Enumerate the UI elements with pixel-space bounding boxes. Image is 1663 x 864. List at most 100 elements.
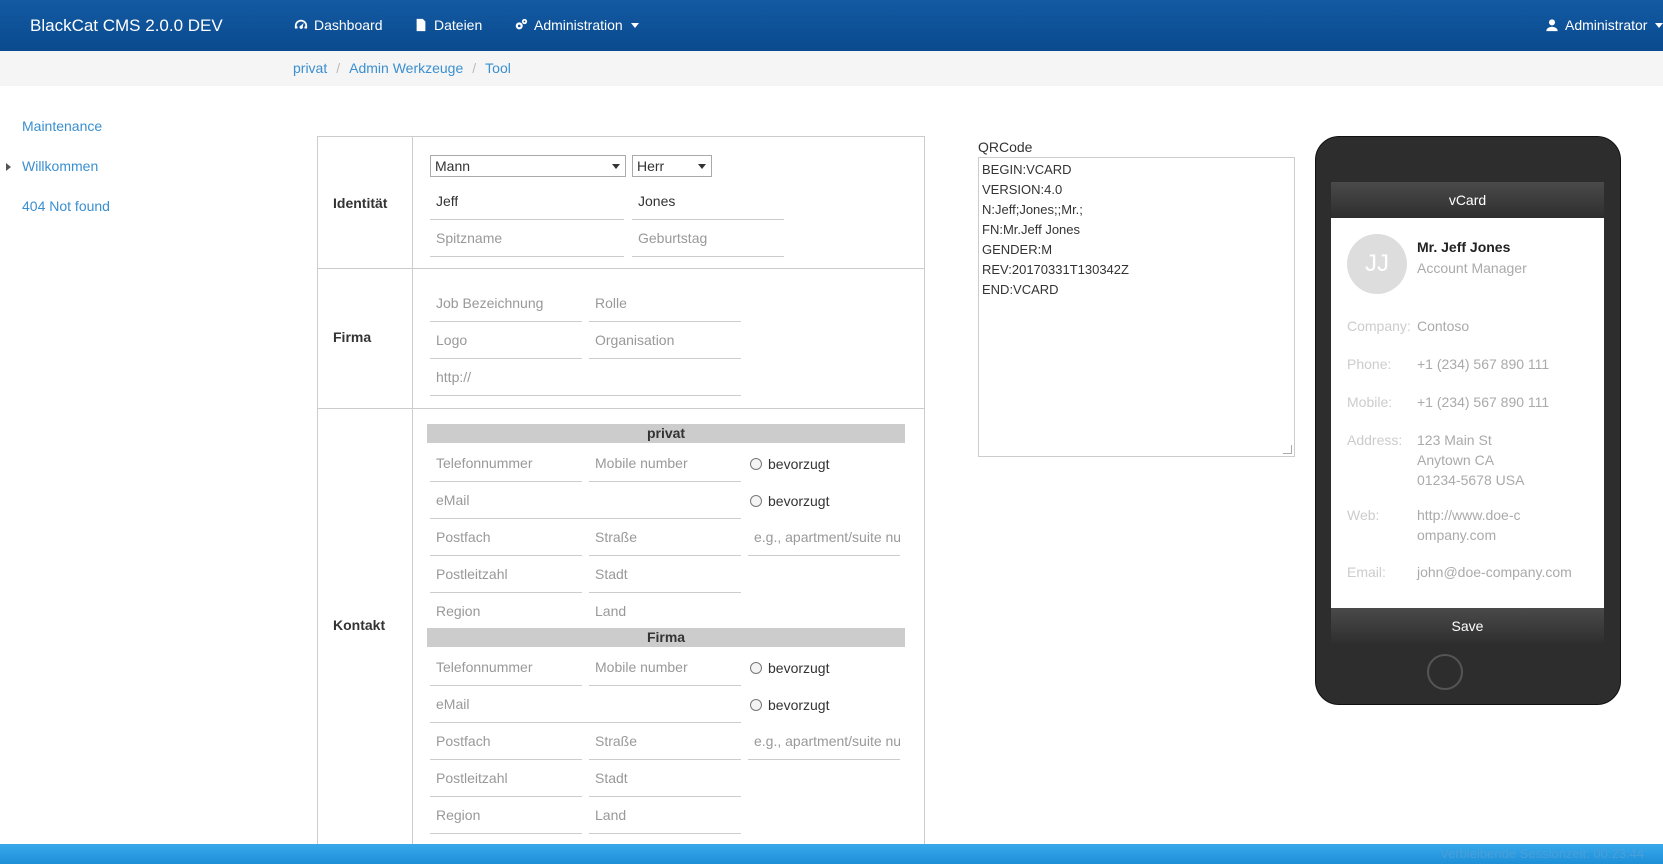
organisation-input[interactable]: Organisation (589, 322, 741, 359)
vcard-field-label: Phone: (1347, 356, 1392, 372)
vcard-field-value: http://www.doe-company.com (1417, 507, 1521, 543)
privat-email-preferred-radio[interactable]: bevorzugt (750, 493, 829, 509)
vcard-field-label: Company: (1347, 318, 1411, 334)
firma-city-input[interactable]: Stadt (589, 760, 741, 797)
birthday-input[interactable]: Geburtstag (632, 220, 784, 257)
firma-email-preferred-radio[interactable]: bevorzugt (750, 697, 829, 713)
sidebar-item-label: Maintenance (22, 118, 103, 134)
avatar: JJ (1347, 234, 1407, 294)
privat-mobile-input[interactable]: Mobile number (589, 445, 741, 482)
qrcode-line: VERSION:4.0 (982, 182, 1063, 197)
radio-icon (750, 458, 762, 470)
breadcrumb-separator: / (472, 60, 477, 76)
qrcode-label: QRCode (978, 139, 1033, 155)
radio-icon (750, 699, 762, 711)
privat-zip-input[interactable]: Postleitzahl (430, 556, 582, 593)
qrcode-line: REV:20170331T130342Z (982, 262, 1129, 277)
vcard-field-label: Address: (1347, 432, 1403, 448)
firma-phone-preferred-radio[interactable]: bevorzugt (750, 660, 829, 676)
sidebar-item-label: 404 Not found (22, 198, 110, 214)
vcard-field-label: Web: (1347, 507, 1380, 523)
chevron-down-icon (630, 22, 639, 28)
breadcrumb-item[interactable]: Tool (485, 60, 511, 76)
firma-email-input[interactable]: eMail (430, 686, 741, 723)
last-name-input[interactable]: Jones (632, 183, 784, 220)
brand-title[interactable]: BlackCat CMS 2.0.0 DEV (30, 16, 223, 36)
sidebar-item-404[interactable]: 404 Not found (22, 198, 110, 238)
home-button-icon (1427, 654, 1463, 690)
contact-label-cell: Kontakt (318, 408, 413, 845)
resize-handle[interactable] (1283, 445, 1292, 454)
sidebar: Maintenance Willkommen 404 Not found (6, 118, 110, 238)
breadcrumb-bar: privat / Admin Werkzeuge / Tool (0, 51, 1663, 86)
salutation-select[interactable]: Herr (632, 155, 712, 177)
first-name-input[interactable]: Jeff (430, 183, 624, 220)
privat-email-input[interactable]: eMail (430, 482, 741, 519)
session-timer: Verbleibende Sessionzeit: 00:23:44 (1440, 846, 1644, 861)
sidebar-item-maintenance[interactable]: Maintenance (22, 118, 110, 158)
company-label: Firma (333, 329, 372, 345)
phone-preview: vCard JJ Mr. Jeff Jones Account Manager … (1315, 136, 1621, 705)
qrcode-line: FN:Mr.Jeff Jones (982, 222, 1081, 237)
privat-street-input[interactable]: Straße (589, 519, 741, 556)
identity-row: Identität Mann Herr Jeff Jones Spitzname… (318, 137, 924, 269)
privat-pobox-input[interactable]: Postfach (430, 519, 582, 556)
privat-country-input[interactable]: Land (589, 593, 741, 630)
firma-extended-input[interactable]: e.g., apartment/suite number (748, 723, 900, 760)
url-input[interactable]: http:// (430, 359, 741, 396)
privat-phone-input[interactable]: Telefonnummer (430, 445, 582, 482)
nickname-input[interactable]: Spitzname (430, 220, 624, 257)
radio-icon (750, 495, 762, 507)
nav-dashboard[interactable]: Dashboard (294, 17, 383, 33)
breadcrumb-separator: / (336, 60, 341, 76)
firma-phone-input[interactable]: Telefonnummer (430, 649, 582, 686)
vcard-form: Identität Mann Herr Jeff Jones Spitzname… (317, 136, 925, 845)
vcard-field-value: +1 (234) 567 890 111 (1417, 356, 1550, 372)
breadcrumb-item[interactable]: Admin Werkzeuge (349, 60, 463, 76)
top-navbar: BlackCat CMS 2.0.0 DEV Dashboard Dateien… (0, 0, 1663, 51)
sidebar-item-label: Willkommen (22, 158, 99, 174)
section-header-firma: Firma (427, 628, 905, 647)
radio-icon (750, 662, 762, 674)
nav-dateien[interactable]: Dateien (414, 17, 482, 33)
role-input[interactable]: Rolle (589, 285, 741, 322)
privat-city-input[interactable]: Stadt (589, 556, 741, 593)
privat-phone-preferred-radio[interactable]: bevorzugt (750, 456, 829, 472)
qrcode-line: N:Jeff;Jones;;Mr.; (982, 202, 1083, 217)
firma-country-input[interactable]: Land (589, 797, 741, 834)
identity-label-cell: Identität (318, 137, 413, 268)
firma-region-input[interactable]: Region (430, 797, 582, 834)
firma-zip-input[interactable]: Postleitzahl (430, 760, 582, 797)
firma-pobox-input[interactable]: Postfach (430, 723, 582, 760)
chevron-down-icon (1655, 22, 1663, 28)
save-button[interactable]: Save (1331, 608, 1604, 644)
qrcode-line: BEGIN:VCARD (982, 162, 1072, 177)
contact-row: Kontakt privat Telefonnummer Mobile numb… (318, 408, 924, 845)
user-menu-label: Administrator (1565, 17, 1648, 33)
job-title-input[interactable]: Job Bezeichnung (430, 285, 582, 322)
qrcode-line: END:VCARD (982, 282, 1059, 297)
logo-input[interactable]: Logo (430, 322, 582, 359)
footer-bar: Verbleibende Sessionzeit: 00:23:44 (0, 844, 1663, 864)
gender-select[interactable]: Mann (430, 155, 626, 177)
firma-mobile-input[interactable]: Mobile number (589, 649, 741, 686)
qrcode-textarea[interactable]: BEGIN:VCARD VERSION:4.0 N:Jeff;Jones;;Mr… (978, 157, 1295, 457)
vcard-field-value: 123 Main St Anytown CA 01234-5678 USA (1417, 432, 1525, 488)
user-menu[interactable]: Administrator (1545, 17, 1663, 33)
nav-administration[interactable]: Administration (514, 17, 639, 33)
vcard-field-value: john@doe-company.com (1417, 564, 1572, 580)
vcard-header: vCard (1331, 182, 1604, 218)
privat-region-input[interactable]: Region (430, 593, 582, 630)
vcard-title: Account Manager (1417, 260, 1527, 276)
breadcrumb-item[interactable]: privat (293, 60, 327, 76)
company-label-cell: Firma (318, 268, 413, 408)
vcard-name: Mr. Jeff Jones (1417, 239, 1511, 255)
gender-select-value: Mann (435, 158, 471, 174)
nav-dashboard-label: Dashboard (314, 17, 383, 33)
firma-street-input[interactable]: Straße (589, 723, 741, 760)
vcard-field-value: +1 (234) 567 890 111 (1417, 394, 1550, 410)
privat-extended-input[interactable]: e.g., apartment/suite number (748, 519, 900, 556)
nav-administration-label: Administration (534, 17, 623, 33)
sidebar-item-willkommen[interactable]: Willkommen (6, 158, 110, 198)
contact-label: Kontakt (333, 617, 386, 633)
